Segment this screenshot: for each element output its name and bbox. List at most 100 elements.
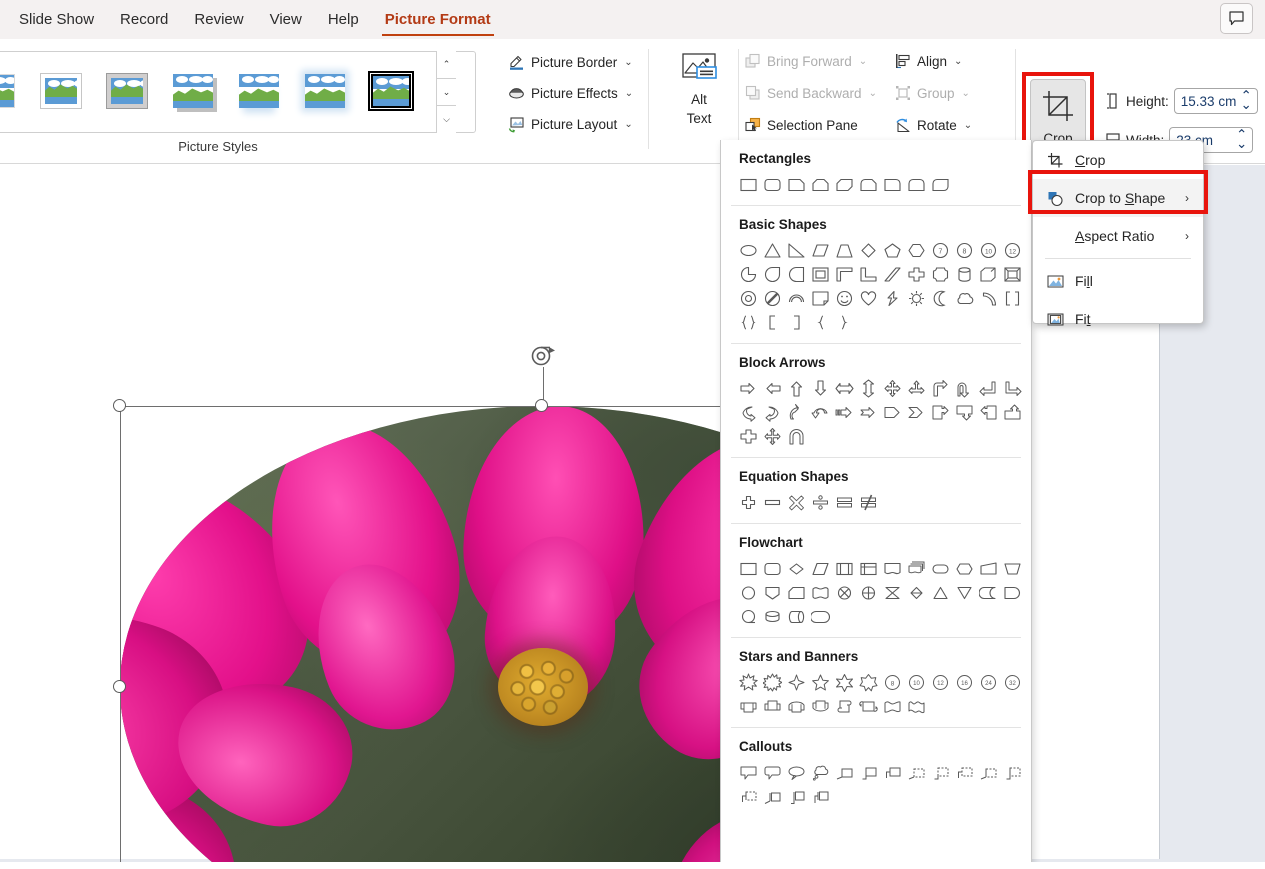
gallery-scroll-up-button[interactable]: ⌃ <box>437 51 456 79</box>
picture-style-thumb[interactable] <box>167 68 219 116</box>
shape-flowchart-connector[interactable] <box>736 580 760 604</box>
menu-item-crop-to-shape[interactable]: Crop to Shape › <box>1033 179 1203 217</box>
shape-line-callout-3-no-border[interactable] <box>808 784 832 808</box>
chevron-down-icon[interactable]: ⌄ <box>624 57 632 68</box>
shape-rounded-rectangle[interactable] <box>760 172 784 196</box>
shape-oval-callout[interactable] <box>784 760 808 784</box>
shape-division-sign[interactable] <box>808 490 832 514</box>
shape-cross[interactable] <box>904 262 928 286</box>
shape-round-single-corner-rectangle[interactable] <box>880 172 904 196</box>
shape-notched-right-arrow[interactable] <box>856 400 880 424</box>
shape-line-callout-2-accent[interactable] <box>1000 760 1024 784</box>
shape-left-arrow[interactable] <box>760 376 784 400</box>
shape-left-up-arrow[interactable] <box>976 376 1000 400</box>
picture-style-thumb[interactable] <box>0 68 21 116</box>
shape-curved-up-ribbon[interactable] <box>784 694 808 718</box>
shape-star-32-point[interactable]: 32 <box>1000 670 1024 694</box>
shape-flowchart-internal-storage[interactable] <box>856 556 880 580</box>
shape-folded-corner[interactable] <box>808 286 832 310</box>
shape-vertical-scroll[interactable] <box>832 694 856 718</box>
shape-round-diagonal-corner-rectangle[interactable] <box>928 172 952 196</box>
picture-layout-button[interactable]: Picture Layout ⌄ <box>508 109 638 140</box>
align-button[interactable]: Align ⌄ <box>895 53 962 69</box>
shape-flowchart-display[interactable] <box>808 604 832 628</box>
shape-right-arrow[interactable] <box>736 376 760 400</box>
shape-rounded-rectangular-callout[interactable] <box>760 760 784 784</box>
shape-line-callout-2[interactable] <box>856 760 880 784</box>
shape-right-bracket[interactable] <box>784 310 808 334</box>
rotate-handle[interactable] <box>530 344 556 371</box>
shape-flowchart-manual-input[interactable] <box>976 556 1000 580</box>
shape-flowchart-predefined-process[interactable] <box>832 556 856 580</box>
shape-star-12-point[interactable]: 12 <box>928 670 952 694</box>
chevron-down-icon[interactable]: ⌄ <box>869 88 877 99</box>
shape-star-10-point[interactable]: 10 <box>904 670 928 694</box>
tab-picture-format[interactable]: Picture Format <box>372 1 504 39</box>
crop-to-shape-gallery[interactable]: Rectangles Basic Shapes 7 8 10 12 Block … <box>720 140 1032 869</box>
shape-bent-arrow[interactable] <box>928 376 952 400</box>
shape-left-right-arrow[interactable] <box>832 376 856 400</box>
shape-chord[interactable] <box>784 262 808 286</box>
chevron-down-icon[interactable]: ⌄ <box>964 120 972 131</box>
shape-star-6-point[interactable] <box>832 670 856 694</box>
shape-wave[interactable] <box>880 694 904 718</box>
shape-horizontal-scroll[interactable] <box>856 694 880 718</box>
shape-cloud[interactable] <box>952 286 976 310</box>
shape-star-4-point[interactable] <box>784 670 808 694</box>
shape-pentagon-arrow[interactable] <box>880 400 904 424</box>
comment-button[interactable] <box>1220 3 1253 34</box>
shape-rectangular-callout[interactable] <box>736 760 760 784</box>
shape-explosion-1[interactable] <box>736 670 760 694</box>
resize-handle-top-center[interactable] <box>535 399 548 412</box>
tab-view[interactable]: View <box>257 1 315 39</box>
shape-curved-left-arrow[interactable] <box>760 400 784 424</box>
shape-double-brace[interactable] <box>736 310 760 334</box>
shape-bent-up-arrow[interactable] <box>1000 376 1024 400</box>
shape-multiply-sign[interactable] <box>784 490 808 514</box>
shape-cylinder[interactable] <box>952 262 976 286</box>
shape-lightning-bolt[interactable] <box>880 286 904 310</box>
shape-curved-down-arrow[interactable] <box>808 400 832 424</box>
shape-flowchart-merge[interactable] <box>952 580 976 604</box>
shape-flowchart-stored-data[interactable] <box>976 580 1000 604</box>
shape-octagon[interactable]: 8 <box>952 238 976 262</box>
shape-teardrop[interactable] <box>760 262 784 286</box>
picture-border-button[interactable]: Picture Border ⌄ <box>508 47 638 78</box>
shape-line-callout-1[interactable] <box>832 760 856 784</box>
shape-not-equal-sign[interactable] <box>856 490 880 514</box>
shape-cloud-callout[interactable] <box>808 760 832 784</box>
shape-heptagon[interactable]: 7 <box>928 238 952 262</box>
menu-item-fill[interactable]: Fill <box>1033 262 1203 300</box>
shape-flowchart-direct-access-storage[interactable] <box>784 604 808 628</box>
shape-block-arc[interactable] <box>976 286 1000 310</box>
shape-snip-and-round-single-corner-rectangle[interactable] <box>856 172 880 196</box>
shape-line-callout-3-border-accent[interactable] <box>952 760 976 784</box>
shape-striped-right-arrow[interactable] <box>832 400 856 424</box>
shape-u-turn-arrow[interactable] <box>952 376 976 400</box>
shape-parallelogram[interactable] <box>808 238 832 262</box>
menu-item-fit[interactable]: Fit <box>1033 300 1203 338</box>
shape-up-down-arrow[interactable] <box>856 376 880 400</box>
shape-snip-same-side-corner-rectangle[interactable] <box>808 172 832 196</box>
shape-donut[interactable] <box>736 286 760 310</box>
shape-equal-sign[interactable] <box>832 490 856 514</box>
resize-handle-middle-left[interactable] <box>113 680 126 693</box>
picture-style-thumb[interactable] <box>233 68 285 116</box>
shape-no-symbol[interactable] <box>760 286 784 310</box>
shape-quad-arrow[interactable] <box>880 376 904 400</box>
chevron-down-icon[interactable]: ⌄ <box>625 88 633 99</box>
height-spin-down[interactable]: ⌄ <box>1234 98 1251 112</box>
shape-right-arrow-callout[interactable] <box>928 400 952 424</box>
shape-chevron[interactable] <box>904 400 928 424</box>
shape-snip-single-corner-rectangle[interactable] <box>784 172 808 196</box>
shape-star-16-point[interactable]: 16 <box>952 670 976 694</box>
gallery-more-button[interactable]: ⌵ <box>437 106 456 134</box>
picture-styles-gallery[interactable] <box>0 51 476 133</box>
gallery-scroll-down-button[interactable]: ⌄ <box>437 78 456 107</box>
shape-oval[interactable] <box>736 238 760 262</box>
shape-explosion-2[interactable] <box>760 670 784 694</box>
shape-line-callout-3-accent[interactable] <box>736 784 760 808</box>
shape-double-bracket[interactable] <box>1000 286 1024 310</box>
height-input[interactable]: 15.33 cm ⌃ ⌄ <box>1173 88 1258 114</box>
shape-flowchart-summing-junction[interactable] <box>832 580 856 604</box>
